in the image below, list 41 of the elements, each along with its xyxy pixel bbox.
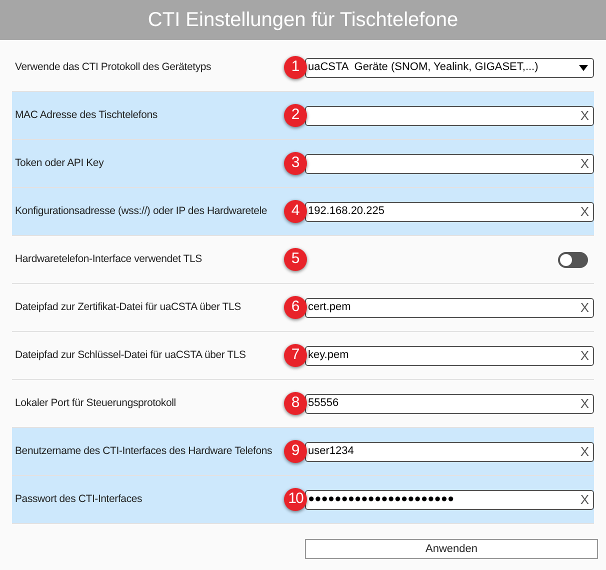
toggle-switch[interactable] — [558, 252, 588, 268]
setting-label: Konfigurationsadresse (wss://) oder IP des Hardwaretele — [14, 204, 268, 219]
number-badge: 9 — [284, 440, 307, 463]
clear-button[interactable]: X — [580, 397, 589, 410]
setting-label: Benutzername des CTI-Interfaces des Hardware Telefons — [14, 444, 274, 459]
number-badge: 1 — [284, 56, 307, 79]
number-badge: 5 — [284, 248, 307, 271]
clear-button[interactable]: X — [580, 157, 589, 170]
setting-label: MAC Adresse des Tischtelefons — [14, 108, 158, 123]
input-field[interactable]: X — [305, 154, 594, 174]
clear-button[interactable]: X — [580, 109, 589, 122]
clear-button[interactable]: X — [580, 445, 589, 458]
number-badge: 8 — [284, 392, 307, 415]
input-field[interactable]: ●●●●●●●●●●●●●●●●●●●●●● X — [305, 490, 594, 510]
clear-button[interactable]: X — [580, 205, 589, 218]
input-field[interactable]: 192.168.20.225 X — [305, 202, 594, 222]
number-badge: 2 — [284, 104, 307, 127]
caret-icon — [579, 64, 588, 70]
setting-label: Passwort des CTI-Interfaces — [14, 492, 144, 507]
window-title: CTI Einstellungen für Tischtelefone — [148, 8, 458, 33]
input-field[interactable]: cert.pem X — [305, 298, 594, 318]
setting-label: Dateipfad zur Schlüssel-Datei für uaCSTA über TLS — [14, 348, 247, 363]
setting-label: Lokaler Port für Steuerungsprotokoll — [14, 396, 177, 411]
clear-button[interactable]: X — [580, 349, 589, 362]
number-badge: 6 — [284, 296, 307, 319]
apply-button[interactable]: Anwenden — [305, 539, 598, 559]
input-field[interactable]: key.pem X — [305, 346, 594, 366]
number-badge: 3 — [284, 152, 307, 175]
input-field[interactable]: X — [305, 106, 594, 126]
clear-button[interactable]: X — [580, 301, 589, 314]
input-field[interactable]: user1234 X — [305, 442, 594, 462]
clear-button[interactable]: X — [580, 493, 589, 506]
input-field[interactable]: 55556 X — [305, 394, 594, 414]
number-badge: 7 — [284, 344, 307, 367]
setting-label: Verwende das CTI Protokoll des Gerätetyps — [14, 60, 212, 75]
setting-label: Dateipfad zur Zertifikat-Datei für uaCSTA über TLS — [14, 300, 242, 315]
protocol-dropdown[interactable]: uaCSTA Geräte (SNOM, Yealink, GIGASET,...) — [305, 58, 594, 78]
number-badge: 4 — [284, 200, 307, 223]
number-badge: 10 — [284, 488, 307, 511]
setting-label: Token oder API Key — [14, 156, 105, 171]
setting-label: Hardwaretelefon-Interface verwendet TLS — [14, 252, 203, 267]
